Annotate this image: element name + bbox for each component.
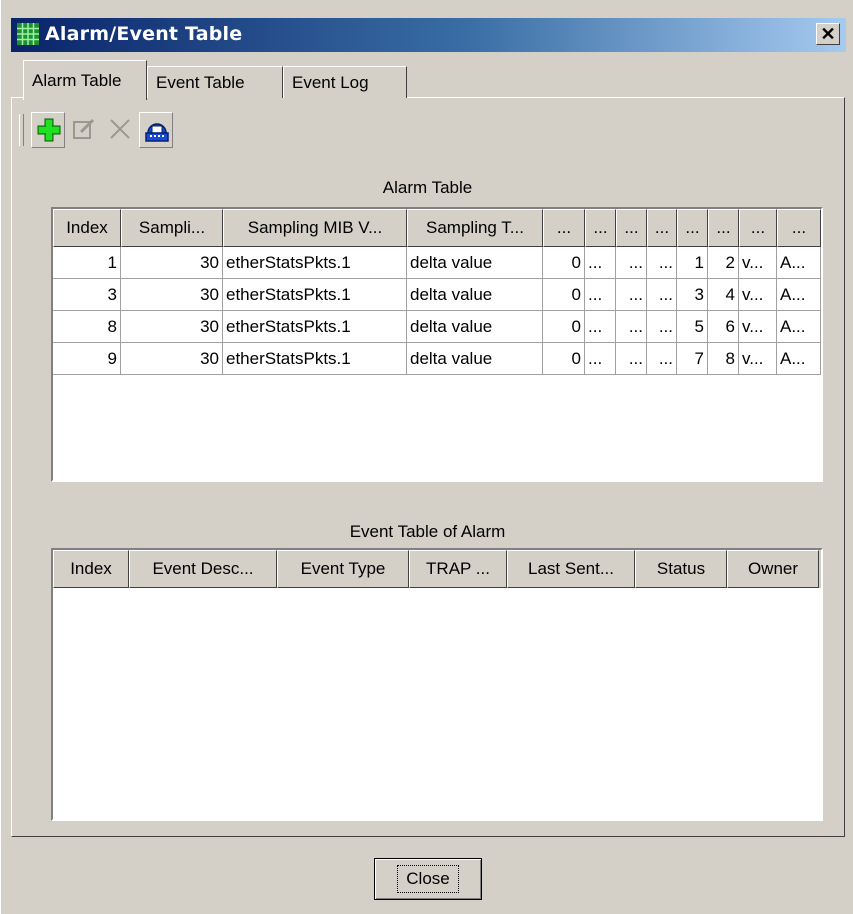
refresh-icon [145, 123, 169, 142]
add-button[interactable] [31, 112, 65, 148]
cell-col7: ... [616, 311, 647, 343]
alarm-table[interactable]: Index Sampli... Sampling MIB V... Sampli… [51, 207, 823, 482]
delete-button[interactable] [103, 112, 137, 148]
cell-col10: 2 [708, 247, 739, 279]
cell-col11: v... [739, 279, 777, 311]
cell-col8: ... [647, 247, 677, 279]
cell-col8: ... [647, 311, 677, 343]
column-header-trap-community[interactable]: TRAP ... [409, 550, 507, 588]
tab-alarm-table[interactable]: Alarm Table [23, 60, 147, 100]
cell-col11: v... [739, 247, 777, 279]
cell-col12: A... [777, 343, 821, 375]
column-header-col11[interactable]: ... [739, 209, 777, 247]
cell-sampling-mib-variable: etherStatsPkts.1 [223, 311, 407, 343]
cell-col7: ... [616, 343, 647, 375]
toolbar-grip[interactable] [19, 114, 24, 146]
column-header-event-description[interactable]: Event Desc... [129, 550, 277, 588]
cell-sampling-type: delta value [407, 311, 543, 343]
cell-col6: ... [585, 311, 616, 343]
grid-app-icon [17, 23, 39, 45]
cell-sampling-mib-variable: etherStatsPkts.1 [223, 343, 407, 375]
column-header-col6[interactable]: ... [585, 209, 616, 247]
column-header-owner[interactable]: Owner [727, 550, 819, 588]
cell-col7: ... [616, 247, 647, 279]
table-row[interactable]: 8 30 etherStatsPkts.1 delta value 0 ... … [53, 311, 821, 343]
cell-col5: 0 [543, 311, 585, 343]
column-header-index[interactable]: Index [53, 550, 129, 588]
close-window-icon[interactable]: ✕ [816, 23, 840, 45]
cell-col9: 3 [677, 279, 708, 311]
column-header-col7[interactable]: ... [616, 209, 647, 247]
cell-index: 9 [53, 343, 121, 375]
cell-index: 8 [53, 311, 121, 343]
cell-col5: 0 [543, 343, 585, 375]
cell-sampling-mib-variable: etherStatsPkts.1 [223, 279, 407, 311]
event-table[interactable]: Index Event Desc... Event Type TRAP ... … [51, 548, 823, 821]
column-header-index[interactable]: Index [53, 209, 121, 247]
cell-col6: ... [585, 279, 616, 311]
cell-sampling-interval: 30 [121, 279, 223, 311]
table-row[interactable]: 1 30 etherStatsPkts.1 delta value 0 ... … [53, 247, 821, 279]
close-button-label: Close [397, 865, 459, 893]
cell-index: 3 [53, 279, 121, 311]
window-title: Alarm/Event Table [45, 23, 243, 45]
column-header-event-type[interactable]: Event Type [277, 550, 409, 588]
alarm-event-window: Alarm/Event Table ✕ Alarm Table Event Ta… [0, 0, 853, 914]
table-row[interactable]: 3 30 etherStatsPkts.1 delta value 0 ... … [53, 279, 821, 311]
cell-col10: 4 [708, 279, 739, 311]
column-header-status[interactable]: Status [635, 550, 727, 588]
cell-sampling-type: delta value [407, 247, 543, 279]
add-icon [37, 118, 61, 142]
cell-col12: A... [777, 279, 821, 311]
edit-icon [73, 118, 95, 139]
column-header-col5[interactable]: ... [543, 209, 585, 247]
cell-col6: ... [585, 343, 616, 375]
delete-icon [110, 119, 130, 139]
cell-col11: v... [739, 311, 777, 343]
cell-col6: ... [585, 247, 616, 279]
tab-event-table[interactable]: Event Table [147, 66, 283, 98]
cell-col12: A... [777, 247, 821, 279]
cell-sampling-interval: 30 [121, 311, 223, 343]
column-header-sampling-interval[interactable]: Sampli... [121, 209, 223, 247]
cell-sampling-mib-variable: etherStatsPkts.1 [223, 247, 407, 279]
cell-sampling-interval: 30 [121, 343, 223, 375]
cell-col9: 7 [677, 343, 708, 375]
alarm-table-label: Alarm Table [382, 178, 473, 197]
cell-col10: 8 [708, 343, 739, 375]
column-header-col9[interactable]: ... [677, 209, 708, 247]
cell-sampling-interval: 30 [121, 247, 223, 279]
edit-button[interactable] [67, 112, 101, 148]
column-header-sampling-mib-variable[interactable]: Sampling MIB V... [223, 209, 407, 247]
cell-col8: ... [647, 343, 677, 375]
column-header-sampling-type[interactable]: Sampling T... [407, 209, 543, 247]
column-header-col8[interactable]: ... [647, 209, 677, 247]
close-button[interactable]: Close [374, 858, 482, 900]
cell-col9: 1 [677, 247, 708, 279]
event-table-header: Index Event Desc... Event Type TRAP ... … [53, 550, 821, 588]
cell-col8: ... [647, 279, 677, 311]
cell-index: 1 [53, 247, 121, 279]
cell-col12: A... [777, 311, 821, 343]
cell-sampling-type: delta value [407, 343, 543, 375]
tab-event-log[interactable]: Event Log [283, 66, 407, 98]
table-row[interactable]: 9 30 etherStatsPkts.1 delta value 0 ... … [53, 343, 821, 375]
cell-col11: v... [739, 343, 777, 375]
cell-col9: 5 [677, 311, 708, 343]
cell-col7: ... [616, 279, 647, 311]
cell-col5: 0 [543, 247, 585, 279]
alarm-table-header: Index Sampli... Sampling MIB V... Sampli… [53, 209, 821, 247]
event-table-label: Event Table of Alarm [349, 522, 506, 541]
refresh-button[interactable] [139, 112, 173, 148]
column-header-last-sent[interactable]: Last Sent... [507, 550, 635, 588]
cell-col5: 0 [543, 279, 585, 311]
title-bar[interactable]: Alarm/Event Table ✕ [11, 18, 846, 52]
cell-sampling-type: delta value [407, 279, 543, 311]
cell-col10: 6 [708, 311, 739, 343]
column-header-col12[interactable]: ... [777, 209, 821, 247]
column-header-col10[interactable]: ... [708, 209, 739, 247]
